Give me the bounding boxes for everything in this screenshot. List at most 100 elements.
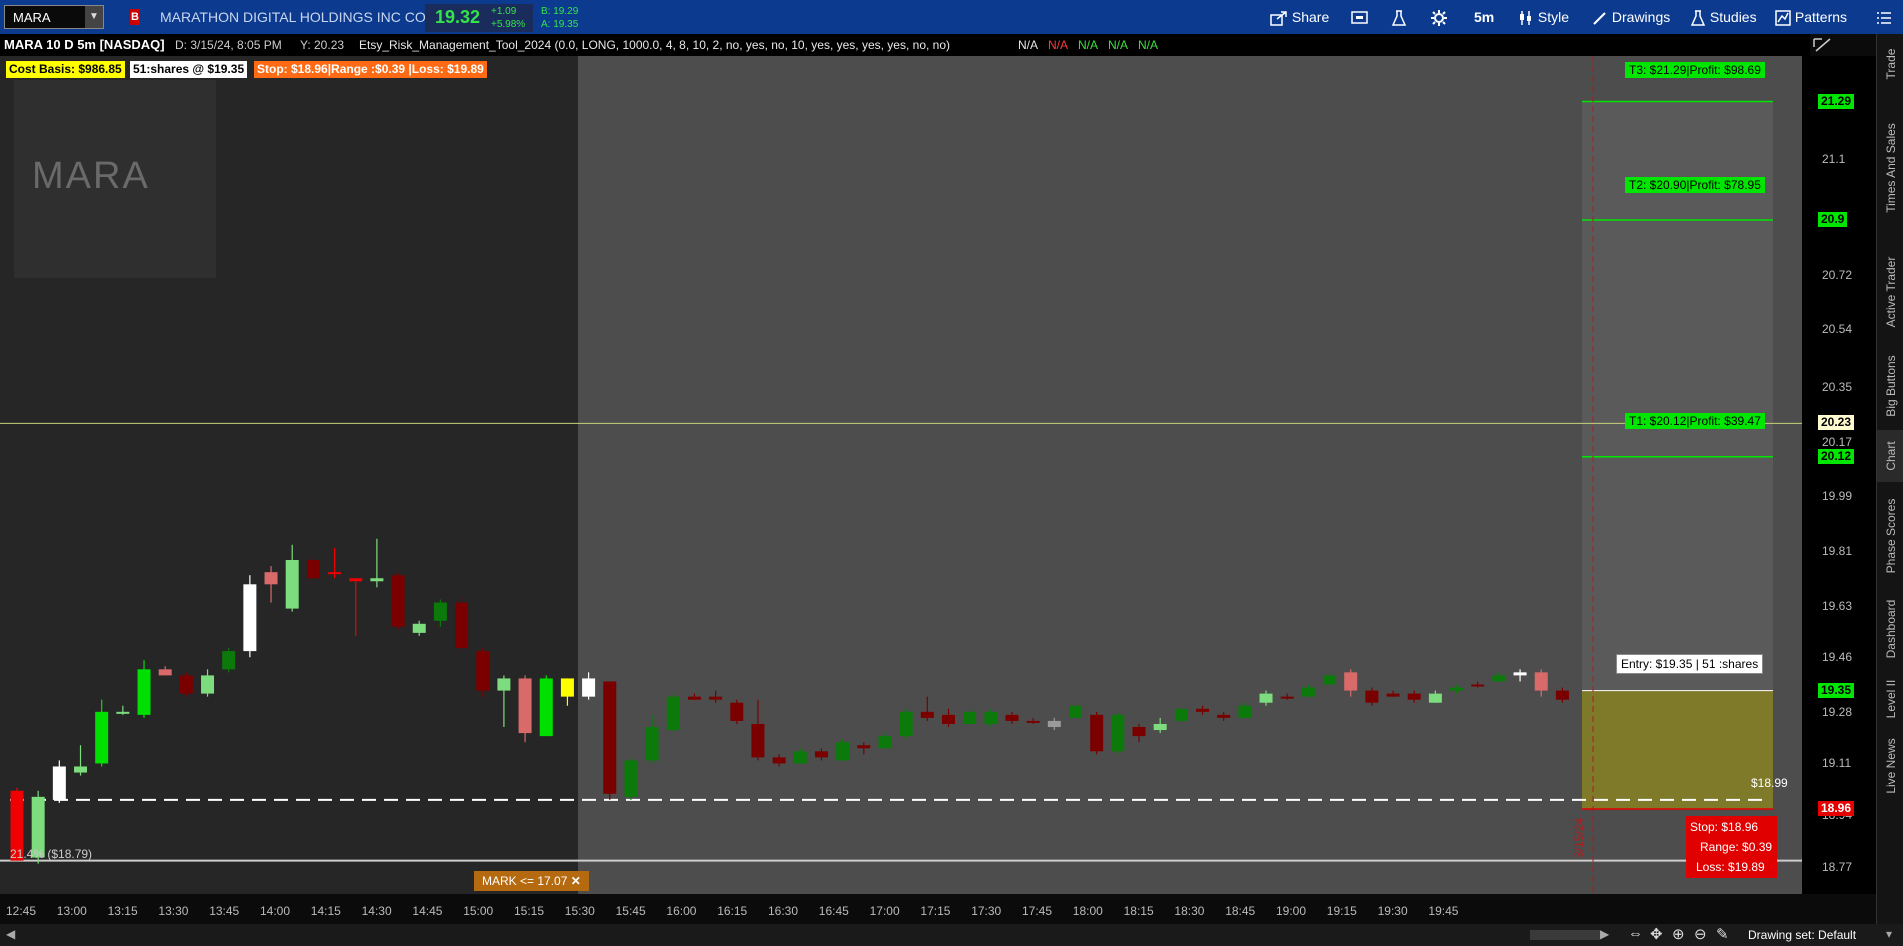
tab-phase-scores[interactable]: Phase Scores xyxy=(1877,486,1903,586)
time-tick-label: 18:00 xyxy=(1072,904,1103,918)
candle-body xyxy=(1301,687,1315,697)
time-tick-label: 14:00 xyxy=(260,904,291,918)
time-tick-label: 15:15 xyxy=(514,904,545,918)
zoom-in-icon[interactable]: ⊕ xyxy=(1672,925,1685,943)
horizontal-scrollbar[interactable] xyxy=(1530,930,1600,940)
mark-alert-text: MARK <= 17.07 xyxy=(482,874,568,888)
lab-button[interactable] xyxy=(1391,7,1407,27)
tab-chart[interactable]: Chart xyxy=(1877,430,1903,482)
scroll-right-icon[interactable]: ▶ xyxy=(1600,927,1609,941)
candle-body xyxy=(1471,684,1485,687)
price-tag-t3: 21.29 xyxy=(1818,93,1855,109)
net-change: +1.09 xyxy=(491,6,517,17)
time-tick-label: 19:45 xyxy=(1428,904,1459,918)
candle-body xyxy=(1513,672,1527,676)
menu-button[interactable] xyxy=(1876,7,1892,27)
candle-body xyxy=(1217,714,1231,718)
tab-big-buttons[interactable]: Big Buttons xyxy=(1877,346,1903,426)
symbol-input[interactable]: MARA ▼ xyxy=(4,5,104,29)
chart-info-bar: MARA 10 D 5m [NASDAQ] D: 3/15/24, 8:05 P… xyxy=(0,34,1831,56)
candle-body xyxy=(1238,705,1252,718)
pencil-icon[interactable]: ✎ xyxy=(1716,925,1729,943)
time-tick-label: 15:30 xyxy=(564,904,595,918)
candle-body xyxy=(687,696,701,700)
range-value: Range: $0.39 xyxy=(1700,840,1773,854)
time-tick-label: 18:30 xyxy=(1174,904,1205,918)
time-tick-label: 18:45 xyxy=(1225,904,1256,918)
price-axis[interactable]: 21.1 20.72 20.54 20.35 20.17 19.99 19.81 19.63 1… xyxy=(1802,56,1876,894)
candle-body xyxy=(518,678,532,734)
time-tick-label: 19:30 xyxy=(1377,904,1408,918)
target-3-label: T3: $21.29|Profit: $98.69 xyxy=(1625,62,1765,78)
candle-body xyxy=(1555,690,1569,700)
candle-body xyxy=(814,751,828,758)
tab-trade[interactable]: Trade xyxy=(1877,34,1903,94)
candle-body xyxy=(582,678,596,697)
drawing-tool-icon[interactable] xyxy=(1812,37,1834,53)
entry-label: Entry: $19.35 | 51 :shares xyxy=(1616,654,1764,674)
tab-level-ii[interactable]: Level II xyxy=(1877,672,1903,726)
style-button[interactable]: Style xyxy=(1518,7,1569,27)
candle-body xyxy=(793,751,807,764)
expand-horizontal-icon[interactable]: ⇔ xyxy=(1628,925,1643,942)
tab-dashboard[interactable]: Dashboard xyxy=(1877,590,1903,668)
candle-body xyxy=(1153,723,1167,731)
date-line-label: 3/15/24 xyxy=(1572,817,1586,858)
candle-body xyxy=(179,675,193,694)
candle-body xyxy=(1428,693,1442,703)
shares-chip: 51:shares @ $19.35 xyxy=(130,61,248,78)
candle-body xyxy=(306,560,320,579)
time-tick-label: 12:45 xyxy=(6,904,37,918)
chevron-down-icon[interactable]: ▾ xyxy=(1886,927,1892,941)
price-tick-label: 19.11 xyxy=(1822,756,1852,771)
na-value: N/A xyxy=(1048,38,1069,52)
price-tick-label: 18.77 xyxy=(1822,859,1853,874)
close-icon[interactable]: ✕ xyxy=(571,874,581,888)
candles-icon xyxy=(1520,11,1531,26)
timeframe-label: 5m xyxy=(1474,9,1495,25)
crosshair-icon[interactable]: ✥ xyxy=(1650,925,1663,943)
price-tick-label: 19.28 xyxy=(1822,704,1853,719)
tab-label: Live News xyxy=(1883,738,1898,794)
price-tag-t2: 20.9 xyxy=(1818,211,1848,227)
messages-button[interactable] xyxy=(1351,7,1369,27)
candle-body xyxy=(751,723,765,758)
study-label[interactable]: Etsy_Risk_Management_Tool_2024 (0.0, LON… xyxy=(359,38,950,52)
zoom-out-icon[interactable]: ⊖ xyxy=(1694,925,1707,943)
bottom-bar: ◀ ▶ ⇔ ✥ ⊕ ⊖ ✎ Drawing set: Default ▾ xyxy=(0,924,1903,946)
price-tick-label: 20.72 xyxy=(1822,267,1853,282)
drawings-button[interactable]: Drawings xyxy=(1592,7,1670,27)
price-tag-t1: 20.12 xyxy=(1818,448,1855,464)
tab-times-and-sales[interactable]: Times And Sales xyxy=(1877,98,1903,238)
timeframe-button[interactable]: 5m xyxy=(1474,7,1494,27)
time-tick-label: 14:45 xyxy=(412,904,443,918)
candle-body xyxy=(95,711,109,764)
chevron-down-icon[interactable]: ▼ xyxy=(85,6,103,28)
candle-body xyxy=(1259,693,1273,703)
style-label: Style xyxy=(1537,9,1570,25)
time-tick-label: 17:30 xyxy=(971,904,1002,918)
time-tick-label: 17:00 xyxy=(869,904,900,918)
top-toolbar: MARA ▼ B MARATHON DIGITAL HOLDINGS INC C… xyxy=(0,0,1903,34)
stop-value: Stop: $18.96 xyxy=(1690,820,1759,834)
share-button[interactable]: Share xyxy=(1270,7,1329,27)
patterns-button[interactable]: Patterns xyxy=(1775,7,1847,27)
candle-body xyxy=(539,678,553,737)
tab-live-news[interactable]: Live News xyxy=(1877,730,1903,802)
price-chart[interactable] xyxy=(0,56,1802,894)
candle-body xyxy=(1492,675,1506,682)
settings-button[interactable] xyxy=(1430,7,1448,27)
tab-label: Chart xyxy=(1883,441,1898,471)
studies-button[interactable]: Studies xyxy=(1690,7,1757,27)
candle-body xyxy=(1323,675,1337,685)
tab-active-trader[interactable]: Active Trader xyxy=(1877,242,1903,342)
candle-body xyxy=(1174,708,1188,721)
candle-body xyxy=(1386,693,1400,697)
na-value: N/A xyxy=(1108,38,1129,52)
mark-alert-tag[interactable]: MARK <= 17.07 ✕ xyxy=(474,871,589,891)
scroll-left-icon[interactable]: ◀ xyxy=(6,927,15,941)
drawing-set-label[interactable]: Drawing set: Default xyxy=(1748,928,1856,942)
candle-body xyxy=(1365,690,1379,703)
price-tick-label: 19.81 xyxy=(1822,543,1853,558)
price-tick-label: 20.17 xyxy=(1822,434,1853,449)
